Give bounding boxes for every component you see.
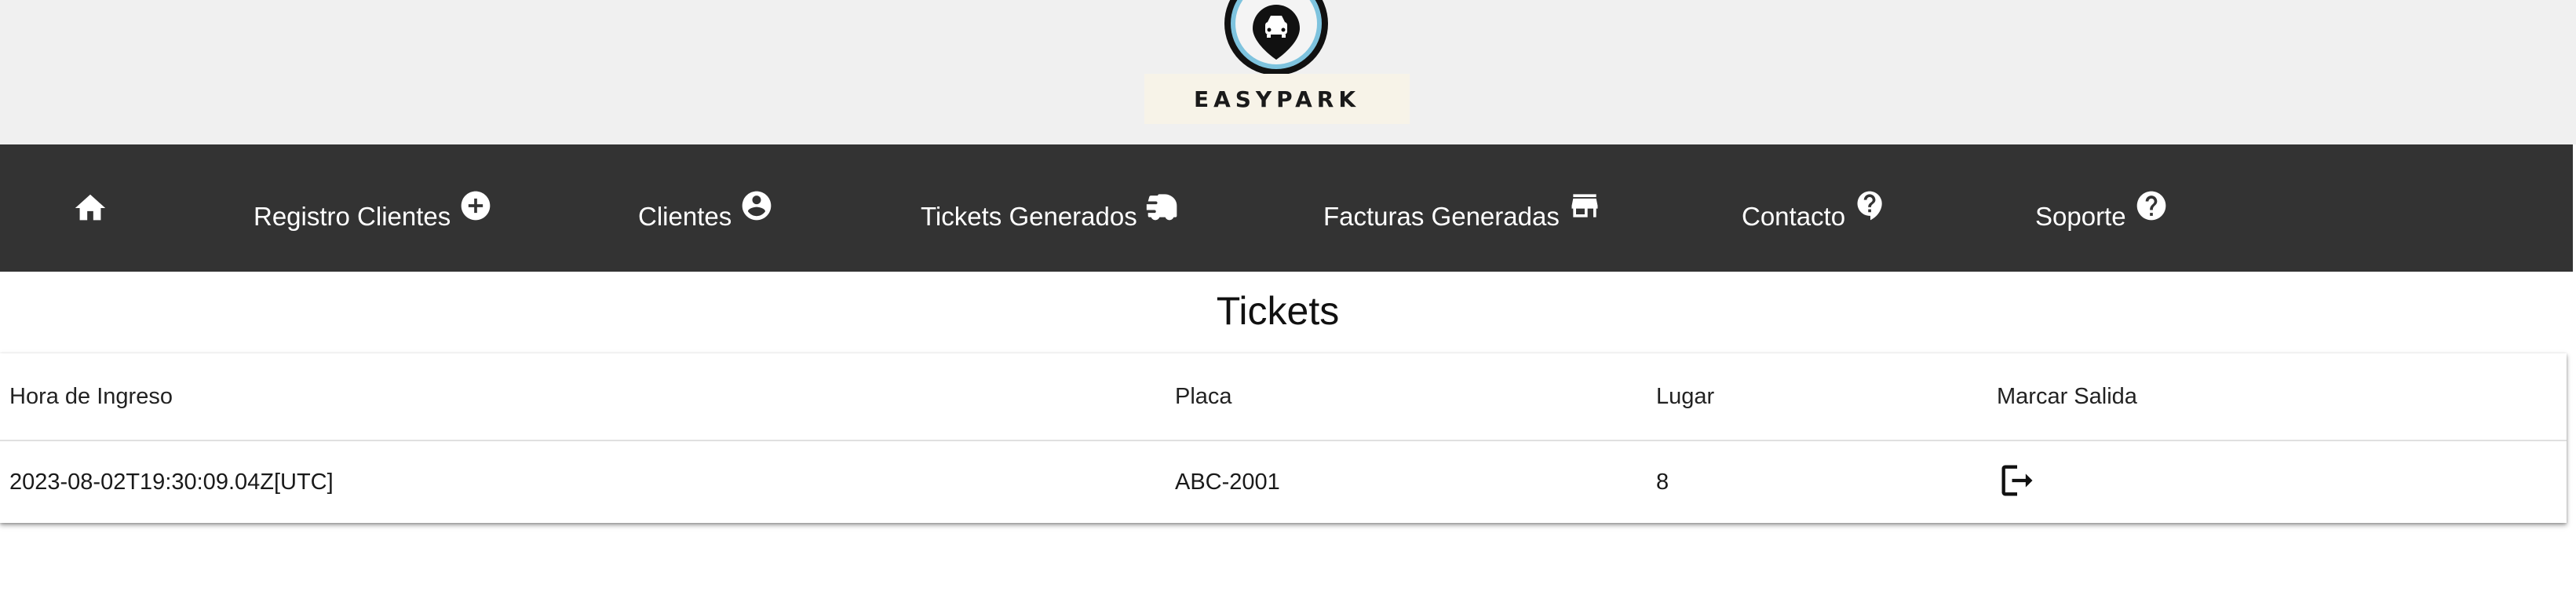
nav-label: Clientes <box>638 202 732 231</box>
nav-label: Registro Clientes <box>254 202 451 231</box>
easypark-logo[interactable]: EASYPARK <box>1144 0 1410 124</box>
navbar: Registro Clientes Clientes Tickets Gener… <box>0 144 2573 272</box>
nav-tickets-generados[interactable]: Tickets Generados <box>921 144 1180 272</box>
tickets-table: Hora de Ingreso Placa Lugar Marcar Salid… <box>0 353 2567 523</box>
home-icon <box>75 194 106 221</box>
nav-soporte[interactable]: Soporte <box>2035 144 2169 272</box>
page-title: Tickets <box>1216 289 1340 333</box>
nav-label: Tickets Generados <box>921 202 1137 231</box>
header: EASYPARK <box>0 0 2576 144</box>
nav-label: Contacto <box>1742 202 1846 231</box>
help-circle-icon <box>2136 191 2166 221</box>
column-header-marcar-salida: Marcar Salida <box>1997 383 2137 409</box>
nav-registro-clientes[interactable]: Registro Clientes <box>254 144 493 272</box>
nav-label: Facturas Generadas <box>1323 202 1560 231</box>
column-header-hora-ingreso: Hora de Ingreso <box>9 383 173 409</box>
cell-lugar: 8 <box>1656 469 1669 495</box>
car-pin-icon <box>1224 0 1328 75</box>
cell-hora-ingreso: 2023-08-02T19:30:09.04Z[UTC] <box>9 469 334 495</box>
nav-contacto[interactable]: Contacto <box>1742 144 1888 272</box>
logout-icon[interactable] <box>1997 460 2038 501</box>
logo-plate: EASYPARK <box>1144 74 1410 124</box>
column-header-placa: Placa <box>1175 383 1232 409</box>
help-icon <box>1857 191 1882 221</box>
nav-label: Soporte <box>2035 202 2126 231</box>
brand-name: EASYPARK <box>1193 86 1361 112</box>
nav-clientes[interactable]: Clientes <box>638 144 774 272</box>
table-header-row: Hora de Ingreso Placa Lugar Marcar Salid… <box>0 353 2567 441</box>
add-circle-icon <box>461 191 491 221</box>
store-icon <box>1571 194 1598 217</box>
nav-home[interactable] <box>72 144 108 272</box>
table-row: 2023-08-02T19:30:09.04Z[UTC] ABC-2001 8 <box>0 441 2567 523</box>
nav-facturas-generadas[interactable]: Facturas Generadas <box>1323 144 1602 272</box>
account-circle-icon <box>742 191 772 221</box>
column-header-lugar: Lugar <box>1656 383 1715 409</box>
cell-placa: ABC-2001 <box>1175 469 1280 495</box>
cell-marcar-salida <box>1997 441 2038 523</box>
cars-icon <box>1146 194 1177 221</box>
